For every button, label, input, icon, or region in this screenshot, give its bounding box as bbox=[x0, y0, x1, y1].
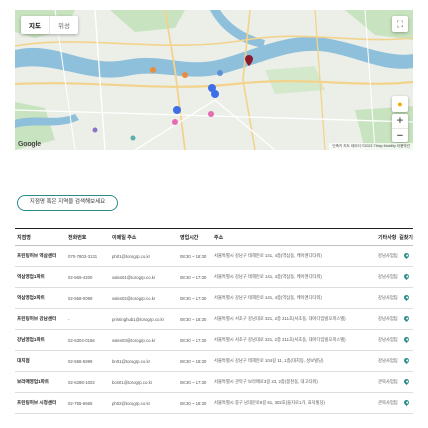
branch-hours: 08:30 ~ 17:30 bbox=[180, 337, 207, 343]
branch-address: 서울특별시 관악구 보라매로3길 23, 2층(봉천동, 대고타워) bbox=[214, 379, 318, 384]
table-row: 역삼영업2파트 02-558-0099 sales02@torogrp.co.kr 0… bbox=[15, 288, 413, 309]
branch-etc: 강남사업팀 bbox=[378, 316, 398, 321]
branch-hours: 08:30 ~ 17:30 bbox=[180, 379, 207, 385]
header-address: 주소 bbox=[214, 234, 224, 241]
google-logo: Google bbox=[18, 141, 41, 148]
directions-button[interactable] bbox=[399, 356, 413, 365]
branch-email: sales02@torogrp.co.kr bbox=[112, 295, 156, 301]
branch-hours: 08:30 ~ 17:30 bbox=[180, 295, 207, 301]
branch-name: 보라매영업1파트 bbox=[17, 379, 50, 384]
branch-tel: 02-558-0099 bbox=[68, 295, 93, 301]
branch-search-button[interactable]: 지점명 혹은 지역을 검색해보세요 bbox=[17, 195, 118, 211]
branch-table: 지점명 전화번호 이메일 주소 영업시간 주소 기타사항 길찾기 프린팅허브 역… bbox=[15, 228, 413, 414]
branch-name: 프린팅허브 강남센터 bbox=[17, 316, 57, 321]
table-header: 지점명 전화번호 이메일 주소 영업시간 주소 기타사항 길찾기 bbox=[15, 229, 413, 246]
branch-email: bos01@torogrp.co.kr bbox=[112, 379, 153, 385]
map-type-toggle[interactable]: 지도 위성 bbox=[21, 16, 78, 34]
directions-button[interactable] bbox=[399, 293, 413, 302]
branch-hours: 08:30 ~ 18:30 bbox=[180, 358, 207, 364]
map-pin-icon bbox=[402, 272, 410, 281]
zoom-in-button[interactable]: + bbox=[392, 114, 408, 128]
branch-hours: 08:30 ~ 18:30 bbox=[180, 400, 207, 406]
branch-etc: 강남사업팀 bbox=[378, 253, 398, 258]
map-pin-icon bbox=[402, 314, 410, 323]
branch-address: 서울특별시 강남구 테헤란로 141, 4층(역삼동, 케이앤디타워) bbox=[214, 253, 322, 258]
header-etc: 기타사항 bbox=[378, 234, 397, 241]
header-email: 이메일 주소 bbox=[112, 234, 137, 241]
branch-address: 서울특별시 서초구 강남대로 321, 2층 211호(서초동, 대아다임빌오피… bbox=[214, 316, 346, 321]
map-pin-icon bbox=[402, 251, 410, 260]
map-footer[interactable]: 단축키 지도 데이터 ©2023 TMap Mobility 이용약관 bbox=[329, 143, 413, 150]
branch-tel: 02-755-6665 bbox=[68, 400, 93, 406]
header-name: 지점명 bbox=[17, 234, 31, 241]
branch-name: 대치점 bbox=[17, 358, 30, 363]
branch-email: sales03@torogrp.co.kr bbox=[112, 337, 156, 343]
branch-hours: 08:30 ~ 18:30 bbox=[180, 316, 207, 322]
directions-button[interactable] bbox=[399, 398, 413, 407]
branch-name: 역삼영업1파트 bbox=[17, 274, 45, 279]
branch-address: 서울특별시 강남구 테헤란로 141, 4층(역삼동, 케이앤디타워) bbox=[214, 274, 322, 279]
branch-tel: 02-6304-0156 bbox=[68, 337, 95, 343]
branch-etc: 관북사업팀 bbox=[378, 379, 398, 384]
branch-hours: 08:30 ~ 17:30 bbox=[180, 274, 207, 280]
street-view-icon[interactable]: ● bbox=[392, 96, 408, 112]
branch-email: sales01@torogrp.co.kr bbox=[112, 274, 156, 280]
map-pin-icon bbox=[402, 398, 410, 407]
map-pin-icon bbox=[402, 377, 410, 386]
branch-address: 서울특별시 강남구 테헤란로 141, 4층(역삼동, 케이앤디타워) bbox=[214, 295, 322, 300]
table-row: 대치점 02-558-5999 bn01@torogrp.co.kr 08:30 ~ … bbox=[15, 351, 413, 372]
branch-email: bn01@torogrp.co.kr bbox=[112, 358, 151, 364]
branch-etc: 강남사업팀 bbox=[378, 274, 398, 279]
directions-button[interactable] bbox=[399, 314, 413, 323]
map-type-map-tab[interactable]: 지도 bbox=[21, 16, 49, 34]
header-tel: 전화번호 bbox=[68, 234, 87, 241]
table-row: 보라매영업1파트 02-6288-1002 bos01@torogrp.co.kr 0… bbox=[15, 372, 413, 393]
directions-button[interactable] bbox=[399, 251, 413, 260]
branch-name: 프린팅허브 역삼센터 bbox=[17, 253, 57, 258]
fullscreen-icon[interactable]: ⛶ bbox=[392, 16, 408, 32]
branch-name: 강남영업1파트 bbox=[17, 337, 45, 342]
table-row: 프린팅허브 역삼센터 070-7803-3131 ph01@torogrp.co.k… bbox=[15, 246, 413, 267]
branch-address: 서울특별시 강남구 테헤란로 104길 11, 1층(대치동, 성보빌딩) bbox=[214, 358, 324, 363]
branch-etc: 강남사업팀 bbox=[378, 337, 398, 342]
table-row: 프린팅허브 강남센터 - printinghub1@torogrp.co.kr 08:… bbox=[15, 309, 413, 330]
branch-tel: - bbox=[68, 316, 70, 322]
map-pin-icon bbox=[402, 335, 410, 344]
branch-name: 역삼영업2파트 bbox=[17, 295, 45, 300]
branch-etc: 강남사업팀 bbox=[378, 358, 398, 363]
branch-tel: 02-558-5999 bbox=[68, 358, 93, 364]
map-type-satellite-tab[interactable]: 위성 bbox=[48, 16, 78, 34]
directions-button[interactable] bbox=[399, 377, 413, 386]
map[interactable]: 지도 위성 ⛶ ● + − Google 단축키 지도 데이터 ©2023 TM… bbox=[15, 10, 413, 150]
branch-tel: 070-7803-3131 bbox=[68, 253, 98, 259]
branch-email: printinghub1@torogrp.co.kr bbox=[112, 316, 165, 322]
zoom-control: + − bbox=[392, 114, 408, 142]
branch-etc: 관북사업팀 bbox=[378, 400, 398, 405]
map-pin-icon bbox=[402, 356, 410, 365]
table-row: 역삼영업1파트 02-569-4200 sales01@torogrp.co.kr 0… bbox=[15, 267, 413, 288]
header-directions: 길찾기 bbox=[399, 234, 413, 241]
map-pin-icon bbox=[402, 293, 410, 302]
table-row: 프린팅허브 시청센터 02-755-6665 ph02@torogrp.co.kr 0… bbox=[15, 393, 413, 414]
branch-tel: 02-6288-1002 bbox=[68, 379, 95, 385]
branch-hours: 08:30 ~ 18:30 bbox=[180, 253, 207, 259]
branch-tel: 02-569-4200 bbox=[68, 274, 93, 280]
directions-button[interactable] bbox=[399, 335, 413, 344]
zoom-out-button[interactable]: − bbox=[392, 128, 408, 142]
branch-email: ph02@torogrp.co.kr bbox=[112, 400, 151, 406]
branch-address: 서울특별시 중구 남대문로9길 51, 302호(을지로1가, 효덕빌딩) bbox=[214, 400, 325, 405]
branch-etc: 강남사업팀 bbox=[378, 295, 398, 300]
branch-email: ph01@torogrp.co.kr bbox=[112, 253, 151, 259]
directions-button[interactable] bbox=[399, 272, 413, 281]
table-row: 강남영업1파트 02-6304-0156 sales03@torogrp.co.kr… bbox=[15, 330, 413, 351]
header-hours: 영업시간 bbox=[180, 234, 199, 241]
branch-name: 프린팅허브 시청센터 bbox=[17, 400, 57, 405]
branch-address: 서울특별시 서초구 강남대로 321, 2층 211호(서초동, 대아다임빌오피… bbox=[214, 337, 346, 342]
